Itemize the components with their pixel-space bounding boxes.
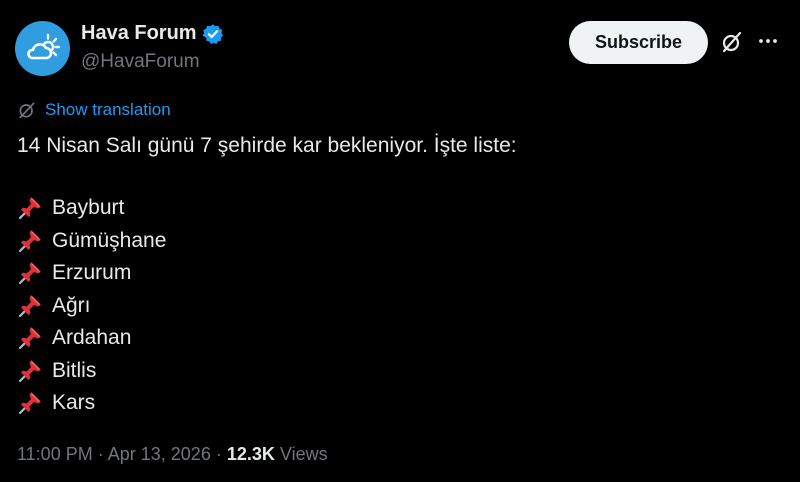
pushpin-icon — [18, 294, 41, 317]
list-item-text: Ardahan — [52, 326, 132, 349]
author-name-text: Hava Forum — [81, 22, 197, 44]
meta-separator: · — [215, 444, 222, 464]
pushpin-icon — [18, 262, 41, 285]
pushpin-icon — [18, 197, 41, 220]
verified-badge-icon — [202, 23, 224, 45]
tweet-time[interactable]: 11:00 PM — [17, 444, 93, 464]
pushpin-icon — [18, 359, 41, 382]
tweet-text: 14 Nisan Salı günü 7 şehirde kar bekleni… — [17, 134, 517, 157]
list-item-text: Kars — [52, 391, 96, 414]
list-item: Gümüşhane — [17, 225, 166, 258]
author-name[interactable]: Hava Forum — [81, 22, 224, 45]
list-item: Ağrı — [17, 290, 166, 323]
subscribe-button[interactable]: Subscribe — [569, 21, 708, 64]
list-item-text: Bitlis — [52, 358, 97, 382]
pushpin-icon — [18, 392, 41, 415]
translate-icon — [19, 102, 35, 119]
list-item-text: Erzurum — [52, 261, 132, 284]
list-item-text: Ağrı — [52, 293, 91, 317]
pushpin-icon — [18, 327, 41, 350]
tweet-date[interactable]: Apr 13, 2026 — [108, 444, 211, 464]
views-label: Views — [279, 444, 328, 464]
list-item-text: Gümüşhane — [52, 228, 167, 252]
avatar[interactable] — [15, 21, 70, 76]
show-translation-link[interactable]: Show translation — [45, 100, 171, 120]
meta-separator: · — [97, 444, 104, 464]
grok-slash-circle-icon[interactable] — [720, 30, 744, 54]
list-item: Bitlis — [17, 355, 166, 388]
weather-logo-icon — [26, 33, 60, 59]
author-handle[interactable]: @HavaForum — [81, 51, 200, 73]
views-count: 12.3K — [226, 444, 275, 464]
list-item-text: Bayburt — [52, 196, 125, 219]
tweet-list: Bayburt Gümüşhane Erzurum Ağrı Ardahan Bitlis… — [17, 192, 166, 420]
tweet-meta: 11:00 PM · Apr 13, 2026 · 12.3K Views — [17, 444, 328, 465]
list-item: Kars — [17, 387, 166, 420]
pushpin-icon — [18, 229, 41, 252]
list-item: Ardahan — [17, 322, 166, 355]
list-item: Erzurum — [17, 257, 166, 290]
show-translation-row[interactable]: Show translation — [17, 100, 171, 120]
more-dots-icon[interactable] — [757, 30, 779, 52]
list-item: Bayburt — [17, 192, 166, 225]
